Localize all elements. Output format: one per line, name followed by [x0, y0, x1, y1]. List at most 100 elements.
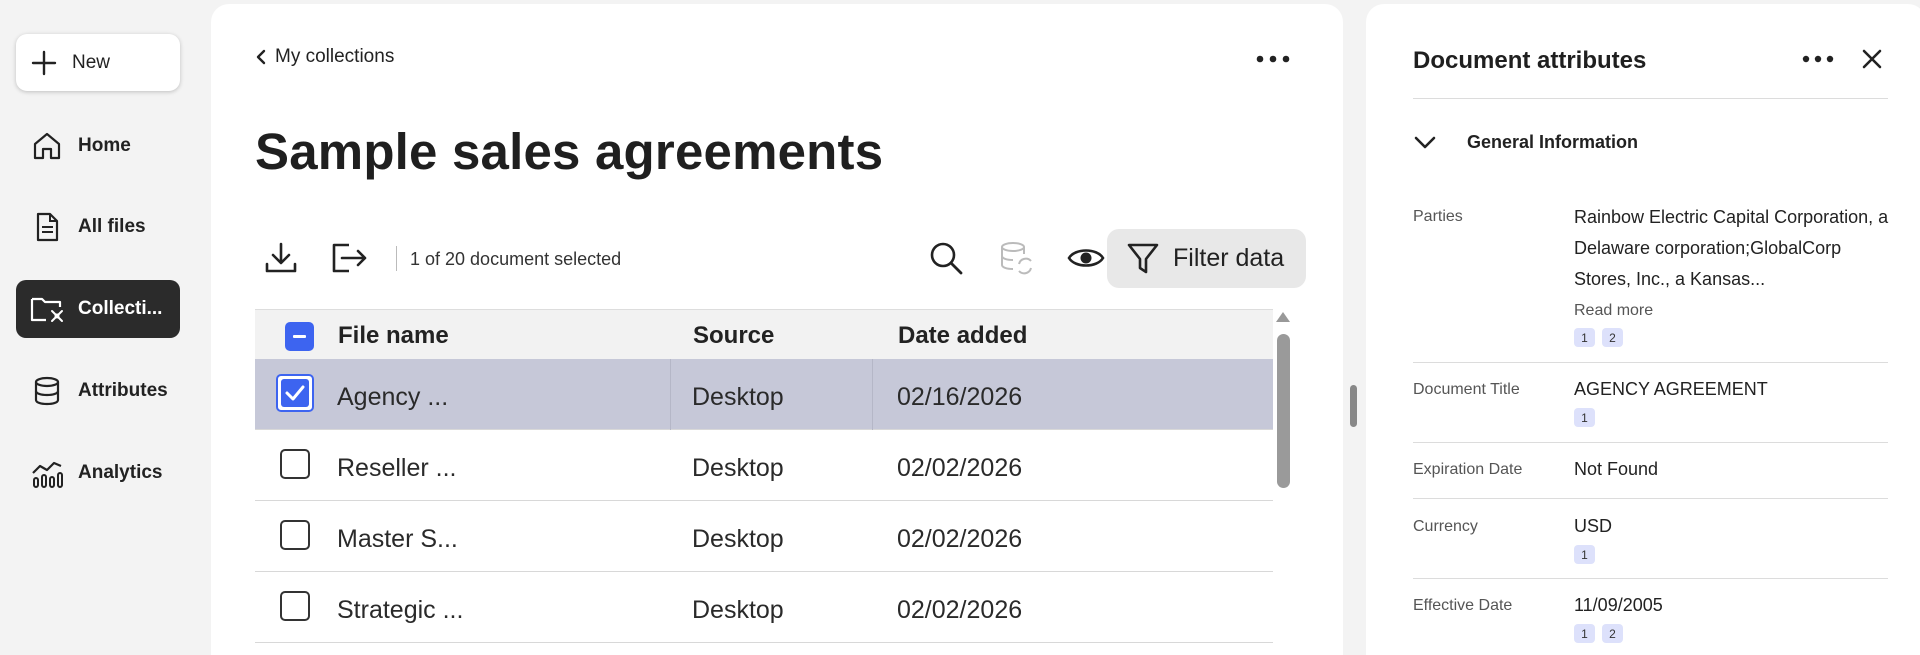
- row-checkbox[interactable]: [280, 591, 310, 621]
- back-to-collections-link[interactable]: My collections: [255, 46, 394, 68]
- nav-item-label: Analytics: [78, 462, 163, 483]
- more-horizontal-icon: [1256, 55, 1290, 63]
- panel-title: Document attributes: [1413, 47, 1647, 74]
- download-icon: [263, 240, 299, 276]
- row-checkbox[interactable]: [280, 520, 310, 550]
- reference-chips: 1 2: [1574, 328, 1623, 347]
- file-name-cell[interactable]: Strategic ...: [337, 596, 463, 625]
- source-cell: Desktop: [692, 525, 784, 553]
- attribute-value: USD: [1574, 516, 1613, 536]
- export-button[interactable]: [325, 234, 373, 282]
- general-information-section-toggle[interactable]: General Information: [1413, 132, 1638, 153]
- source-cell: Desktop: [692, 454, 784, 482]
- attribute-label: Parties: [1413, 208, 1463, 225]
- panel-resize-handle[interactable]: [1350, 385, 1357, 427]
- reference-chip[interactable]: 1: [1574, 545, 1595, 564]
- table-row[interactable]: Reseller ... Desktop 02/02/2026: [255, 430, 1273, 501]
- nav-item-label: Home: [78, 135, 131, 156]
- reference-chips: 1 2: [1574, 624, 1623, 643]
- divider: [1413, 98, 1888, 99]
- home-icon: [30, 129, 64, 163]
- table-row[interactable]: Master S... Desktop 02/02/2026: [255, 501, 1273, 572]
- reference-chip[interactable]: 2: [1602, 328, 1623, 347]
- search-button[interactable]: [922, 234, 970, 282]
- collection-toolbar: 1 of 20 document selected Filter data: [255, 229, 1307, 289]
- nav-item-analytics[interactable]: Analytics: [16, 444, 180, 502]
- attribute-label: Currency: [1413, 518, 1478, 535]
- file-name-cell[interactable]: Reseller ...: [337, 454, 456, 483]
- filter-data-button[interactable]: Filter data: [1107, 229, 1306, 288]
- read-more-link[interactable]: Read more: [1574, 302, 1653, 320]
- attribute-value: 11/09/2005: [1574, 595, 1663, 615]
- row-checkbox[interactable]: [276, 374, 314, 412]
- new-button[interactable]: New: [16, 34, 180, 91]
- reference-chips: 1: [1574, 408, 1595, 427]
- column-separator: [872, 359, 873, 430]
- table-scrollbar-thumb[interactable]: [1277, 334, 1290, 488]
- section-title: General Information: [1467, 132, 1639, 152]
- nav-item-all-files[interactable]: All files: [16, 198, 180, 256]
- table-row[interactable]: Strategic ... Desktop 02/02/2026: [255, 572, 1273, 643]
- row-checkbox[interactable]: [280, 449, 310, 479]
- documents-table: File name Source Date added Agency ... D…: [255, 309, 1273, 643]
- divider: [1413, 362, 1888, 363]
- left-nav: New Home All files Collecti... Attribute…: [0, 0, 200, 655]
- source-cell: Desktop: [692, 383, 784, 411]
- source-cell: Desktop: [692, 596, 784, 624]
- reference-chip[interactable]: 1: [1574, 624, 1595, 643]
- chevron-down-icon: [1413, 135, 1437, 151]
- page-title: Sample sales agreements: [255, 123, 884, 180]
- back-link-label: My collections: [275, 46, 395, 67]
- date-cell: 02/02/2026: [897, 596, 1023, 624]
- sync-database-button[interactable]: [992, 234, 1040, 282]
- reference-chip[interactable]: 1: [1574, 328, 1595, 347]
- selection-count: 1 of 20 document selected: [410, 249, 622, 269]
- divider: [1413, 498, 1888, 499]
- eye-icon: [1067, 244, 1105, 272]
- nav-item-label: All files: [78, 216, 146, 237]
- panel-more-options-button[interactable]: [1793, 44, 1843, 74]
- nav-item-home[interactable]: Home: [16, 117, 180, 175]
- column-header-source[interactable]: Source: [693, 322, 774, 350]
- filter-data-label: Filter data: [1173, 244, 1285, 272]
- select-all-checkbox[interactable]: [285, 322, 314, 351]
- attribute-label: Expiration Date: [1413, 461, 1523, 478]
- scroll-up-arrow[interactable]: [1276, 312, 1290, 322]
- date-cell: 02/02/2026: [897, 525, 1023, 553]
- divider: [1413, 578, 1888, 579]
- table-header: File name Source Date added: [255, 309, 1273, 359]
- nav-item-label: Collecti...: [78, 298, 163, 319]
- download-button[interactable]: [257, 234, 305, 282]
- date-cell: 02/02/2026: [897, 454, 1023, 482]
- nav-item-attributes[interactable]: Attributes: [16, 362, 180, 420]
- search-icon: [928, 240, 964, 276]
- column-header-date-added[interactable]: Date added: [898, 322, 1027, 350]
- more-options-button[interactable]: [1245, 44, 1301, 74]
- toolbar-divider: [396, 246, 397, 271]
- file-name-cell[interactable]: Agency ...: [337, 383, 448, 412]
- analytics-icon: [30, 456, 64, 490]
- nav-item-label: Attributes: [78, 380, 168, 401]
- column-separator: [670, 359, 671, 430]
- column-header-file-name[interactable]: File name: [338, 322, 449, 350]
- date-cell: 02/16/2026: [897, 383, 1023, 411]
- attribute-label: Document Title: [1413, 381, 1520, 398]
- reference-chip[interactable]: 1: [1574, 408, 1595, 427]
- preview-button[interactable]: [1062, 234, 1110, 282]
- reference-chip[interactable]: 2: [1602, 624, 1623, 643]
- collection-folder-icon: [30, 292, 64, 326]
- nav-item-collections[interactable]: Collecti...: [16, 280, 180, 338]
- attribute-value: AGENCY AGREEMENT: [1574, 379, 1768, 399]
- database-icon: [30, 374, 64, 408]
- filter-icon: [1127, 242, 1159, 276]
- close-icon: [1861, 48, 1883, 70]
- database-sync-icon: [997, 239, 1035, 277]
- export-icon: [329, 240, 369, 276]
- plus-icon: [30, 49, 58, 77]
- reference-chips: 1: [1574, 545, 1595, 564]
- new-button-label: New: [72, 51, 111, 73]
- attribute-value: Not Found: [1574, 459, 1659, 479]
- close-panel-button[interactable]: [1857, 44, 1887, 74]
- file-name-cell[interactable]: Master S...: [337, 525, 458, 554]
- table-row[interactable]: Agency ... Desktop 02/16/2026: [255, 359, 1273, 430]
